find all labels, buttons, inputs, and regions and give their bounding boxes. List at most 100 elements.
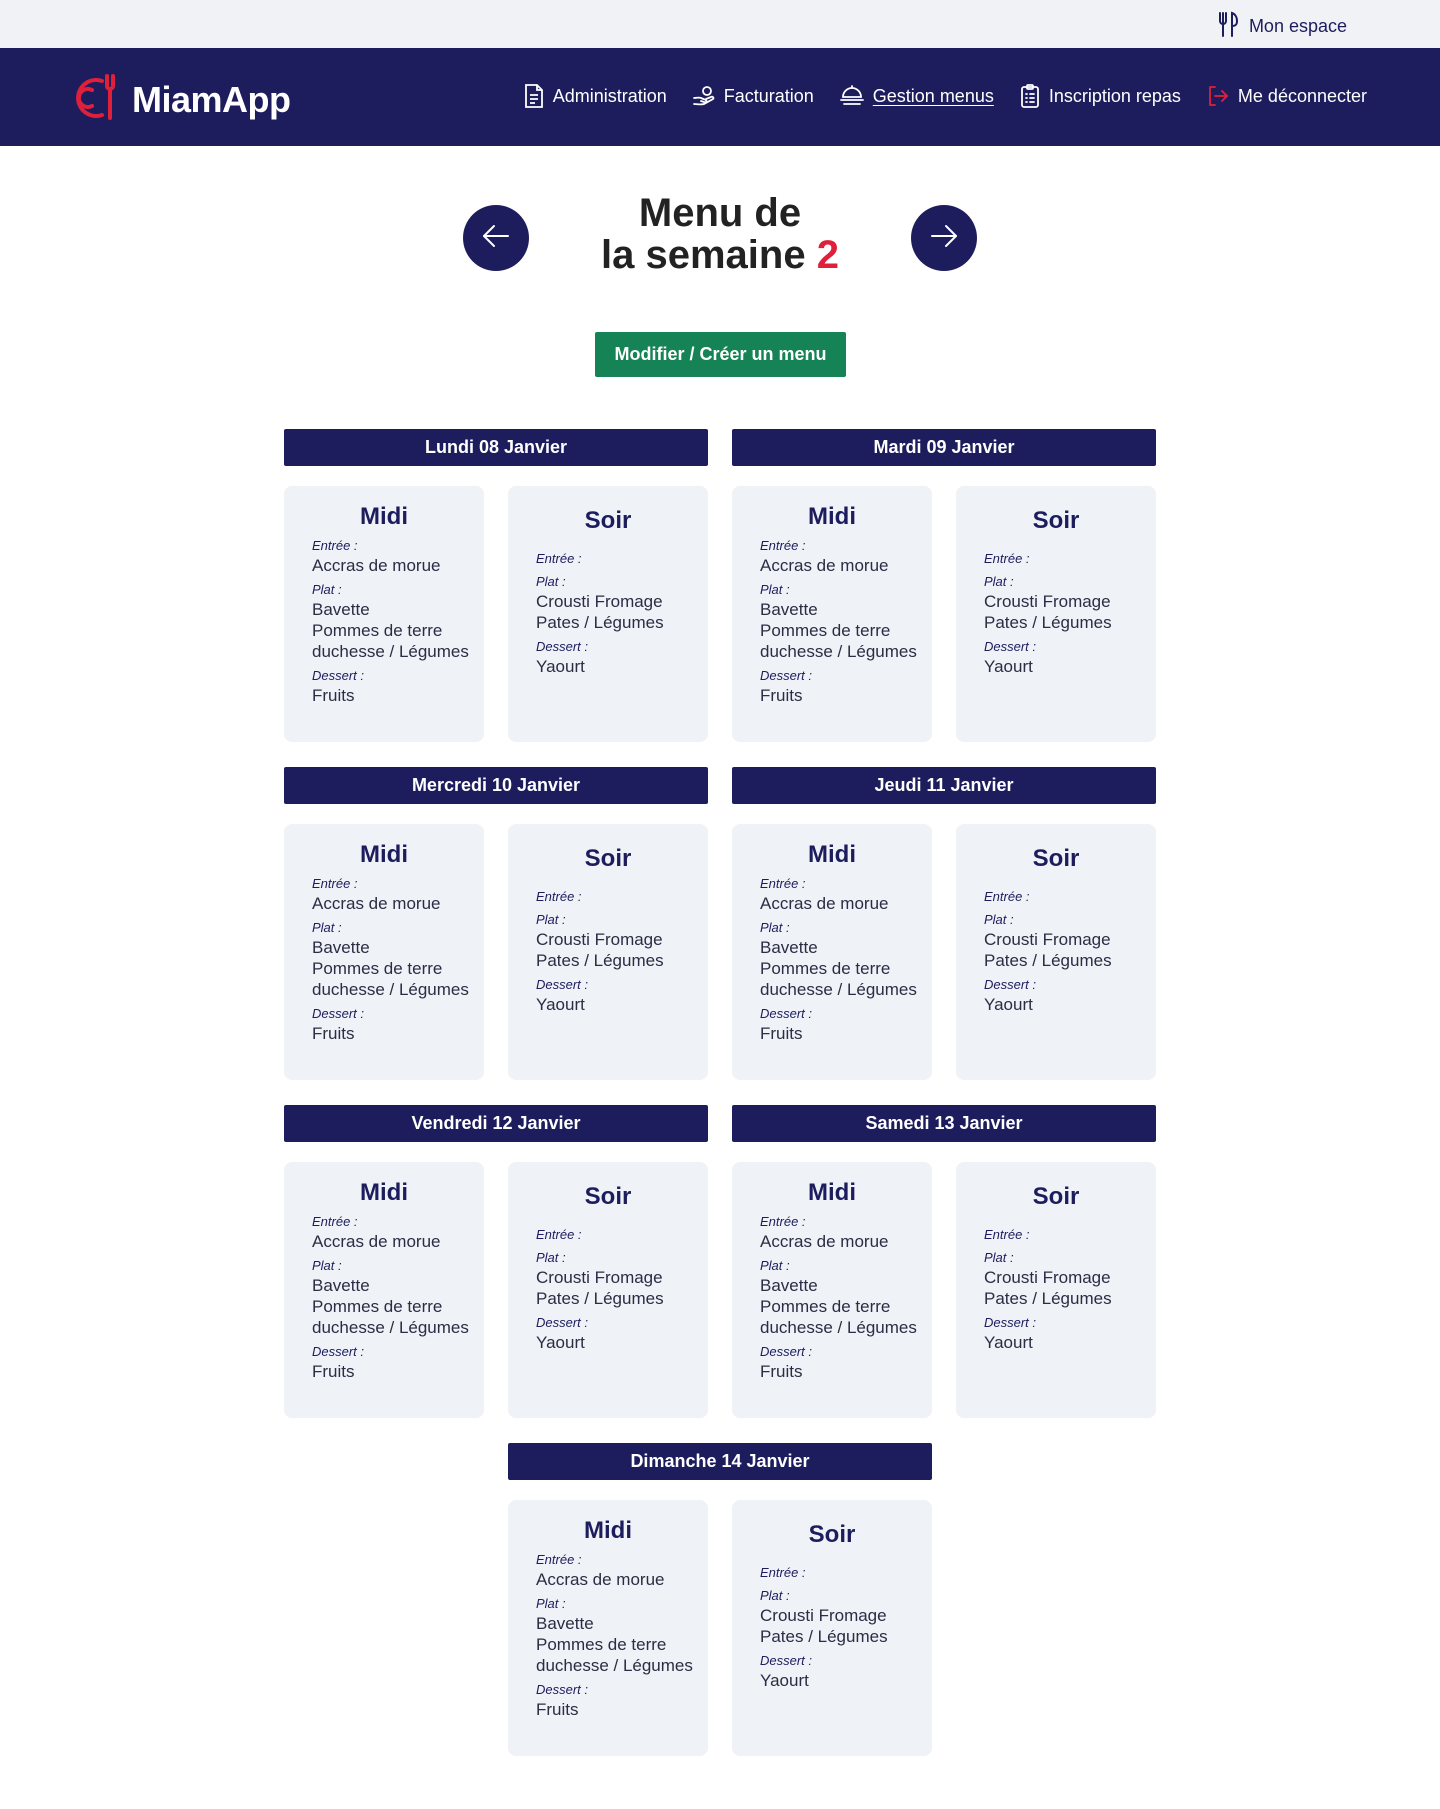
nav-item-administration[interactable]: Administration <box>524 84 667 108</box>
day-header: Dimanche 14 Janvier <box>508 1443 932 1480</box>
midi-meal-card: Midi Entrée : Accras de morue Plat : Bavette… <box>508 1500 708 1756</box>
dessert-value: Yaourt <box>536 1333 585 1352</box>
entree-label: Entrée : <box>760 876 806 891</box>
entree-value: Accras de morue <box>312 556 441 575</box>
logout-icon <box>1207 85 1229 107</box>
soir-meal-card: Soir Entrée : Plat : Crousti Fromage Pates /… <box>956 486 1156 742</box>
nav-label-facturation: Facturation <box>723 85 814 106</box>
top-utility-bar: Mon espace <box>0 0 1440 48</box>
previous-week-button[interactable] <box>463 205 529 271</box>
plat-value: Pates / Légumes <box>760 1627 888 1646</box>
dessert-label: Dessert : <box>760 1344 813 1359</box>
plat-label: Plat : <box>760 1588 790 1603</box>
entree-label: Entrée : <box>760 538 806 553</box>
week-number: 2 <box>816 233 839 277</box>
my-space-link[interactable]: Mon espace <box>1217 11 1347 42</box>
day-header: Samedi 13 Janvier <box>732 1105 1156 1142</box>
entree-value: Accras de morue <box>760 1232 889 1251</box>
meal-title: Midi <box>360 841 408 868</box>
meal-title: Soir <box>584 845 632 872</box>
dessert-label: Dessert : <box>760 668 813 683</box>
plat-value: duchesse / Légumes <box>760 642 917 661</box>
dessert-value: Yaourt <box>536 657 585 676</box>
plat-value: Crousti Fromage <box>536 930 663 949</box>
meal-title: Midi <box>360 1179 408 1206</box>
plat-value: duchesse / Légumes <box>312 1318 469 1337</box>
day-header: Mercredi 10 Janvier <box>284 767 708 804</box>
main-nav: Administration Facturation Gestion menus <box>498 84 1367 108</box>
meal-title: Soir <box>584 507 632 534</box>
dessert-label: Dessert : <box>984 639 1037 654</box>
title-line-1: Menu de <box>638 191 802 235</box>
plat-value: duchesse / Légumes <box>760 1318 917 1337</box>
plat-value: duchesse / Légumes <box>312 980 469 999</box>
title-line-2: la semaine 2 <box>540 234 900 276</box>
entree-label: Entrée : <box>312 876 358 891</box>
plat-value: duchesse / Légumes <box>760 980 917 999</box>
title-line-2-text: la semaine <box>601 233 806 277</box>
plat-value: Pommes de terre <box>312 621 443 640</box>
plat-value: Pommes de terre <box>312 959 443 978</box>
nav-item-gestion-menus[interactable]: Gestion menus <box>839 85 994 107</box>
dessert-label: Dessert : <box>760 1006 813 1021</box>
plat-value: Crousti Fromage <box>536 1268 663 1287</box>
plat-value: Pommes de terre <box>760 1297 891 1316</box>
brand-name: MiamApp <box>132 78 291 120</box>
nav-item-inscription-repas[interactable]: Inscription repas <box>1020 84 1181 108</box>
plat-value: Bavette <box>536 1614 594 1633</box>
next-week-button[interactable] <box>911 205 977 271</box>
plat-label: Plat : <box>984 574 1014 589</box>
plat-label: Plat : <box>760 920 790 935</box>
entree-label: Entrée : <box>312 538 358 553</box>
plat-value: Bavette <box>312 600 370 619</box>
midi-meal-card: Midi Entrée : Accras de morue Plat : Bavette… <box>732 1162 932 1418</box>
midi-meal-card: Midi Entrée : Accras de morue Plat : Bavette… <box>732 824 932 1080</box>
dessert-value: Fruits <box>536 1700 579 1719</box>
soir-meal-card: Soir Entrée : Plat : Crousti Fromage Pates /… <box>508 486 708 742</box>
plat-label: Plat : <box>312 1258 342 1273</box>
entree-value: Accras de morue <box>760 894 889 913</box>
day-header: Mardi 09 Janvier <box>732 429 1156 466</box>
dessert-label: Dessert : <box>536 977 589 992</box>
entree-label: Entrée : <box>984 889 1030 904</box>
soir-meal-card: Soir Entrée : Plat : Crousti Fromage Pates /… <box>508 824 708 1080</box>
arrow-right-icon <box>928 220 960 257</box>
entree-label: Entrée : <box>536 889 582 904</box>
entree-label: Entrée : <box>312 1214 358 1229</box>
meal-title: Soir <box>1032 845 1080 872</box>
document-icon <box>524 84 544 108</box>
plat-value: Pommes de terre <box>760 621 891 640</box>
dessert-value: Fruits <box>312 1362 355 1381</box>
meal-title: Midi <box>584 1517 632 1544</box>
plat-value: Crousti Fromage <box>760 1606 887 1625</box>
entree-value: Accras de morue <box>536 1570 665 1589</box>
midi-meal-card: Midi Entrée : Accras de morue Plat : Bavette… <box>284 824 484 1080</box>
brand-logo[interactable]: MiamApp <box>72 72 291 127</box>
nav-item-facturation[interactable]: Facturation <box>692 85 814 107</box>
entree-label: Entrée : <box>984 1227 1030 1242</box>
plat-label: Plat : <box>312 920 342 935</box>
meal-title: Midi <box>808 1179 856 1206</box>
plat-value: Bavette <box>760 1276 818 1295</box>
entree-label: Entrée : <box>536 1227 582 1242</box>
plat-label: Plat : <box>536 574 566 589</box>
nav-item-logout[interactable]: Me déconnecter <box>1207 85 1367 107</box>
entree-label: Entrée : <box>760 1214 806 1229</box>
meal-title: Midi <box>808 503 856 530</box>
plat-value: Crousti Fromage <box>984 1268 1111 1287</box>
plat-label: Plat : <box>536 1250 566 1265</box>
dessert-value: Yaourt <box>984 657 1033 676</box>
arrow-left-icon <box>480 220 512 257</box>
plat-value: Bavette <box>760 938 818 957</box>
soir-meal-card: Soir Entrée : Plat : Crousti Fromage Pates /… <box>732 1500 932 1756</box>
plat-value: Crousti Fromage <box>536 592 663 611</box>
dessert-label: Dessert : <box>312 668 365 683</box>
plat-label: Plat : <box>984 1250 1014 1265</box>
edit-create-menu-button[interactable]: Modifier / Créer un menu <box>595 332 846 377</box>
nav-label-gestion-menus: Gestion menus <box>872 85 994 106</box>
plat-label: Plat : <box>760 1258 790 1273</box>
entree-label: Entrée : <box>536 1552 582 1567</box>
midi-meal-card: Midi Entrée : Accras de morue Plat : Bavette… <box>284 486 484 742</box>
dessert-label: Dessert : <box>984 977 1037 992</box>
meal-title: Soir <box>1032 507 1080 534</box>
